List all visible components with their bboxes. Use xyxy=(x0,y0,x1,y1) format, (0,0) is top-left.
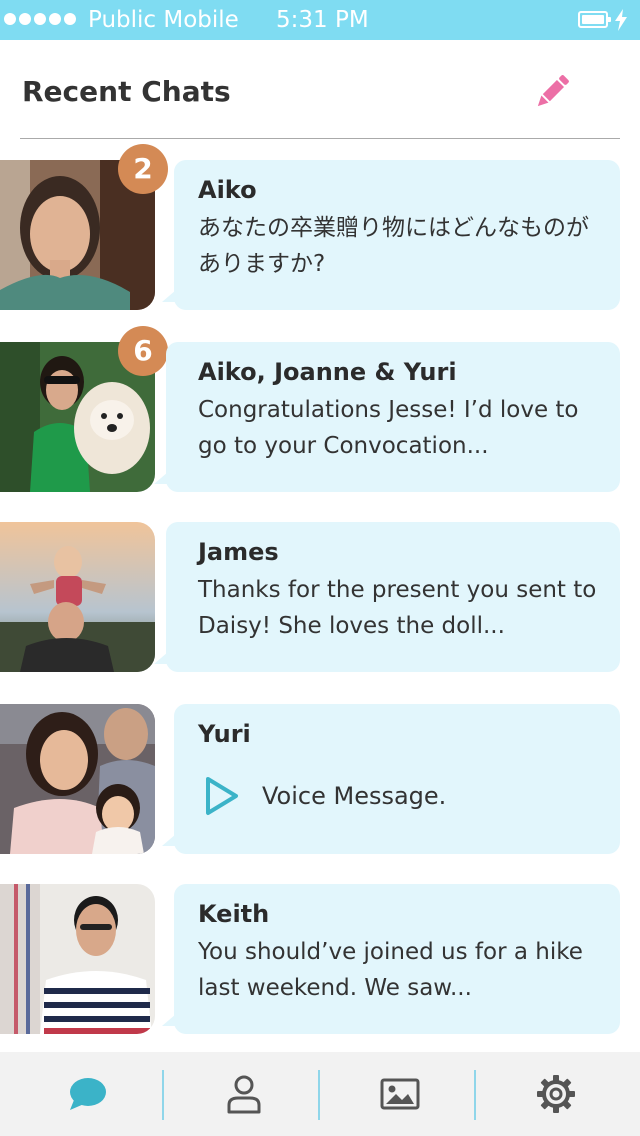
unread-badge: 2 xyxy=(118,144,168,194)
signal-dots-icon xyxy=(4,13,76,25)
chat-row-aiko[interactable]: 2 Aiko あなたの卒業贈り物にはどんなものがありますか? xyxy=(0,144,640,310)
message-preview: あなたの卒業贈り物にはどんなものがありますか? xyxy=(198,215,589,277)
compose-button[interactable] xyxy=(530,70,574,114)
unread-badge: 6 xyxy=(118,326,168,376)
tab-contacts[interactable] xyxy=(164,1052,324,1136)
tab-chats[interactable] xyxy=(8,1052,168,1136)
status-bar: Public Mobile 5:31 PM xyxy=(0,0,640,40)
voice-message[interactable]: Voice Message. xyxy=(204,776,446,816)
contact-name: James xyxy=(198,538,279,566)
person-icon xyxy=(227,1075,261,1114)
battery-icon xyxy=(578,11,611,28)
message-bubble: James Thanks for the present you sent to… xyxy=(154,522,620,672)
chat-row-keith[interactable]: Keith You should’ve joined us for a hike… xyxy=(0,884,640,1034)
chat-bubble-icon xyxy=(70,1078,106,1110)
message-preview: Congratulations Jesse! I’d love to go to… xyxy=(198,397,579,459)
message-bubble: Yuri Voice Message. xyxy=(162,704,620,854)
status-time: 5:31 PM xyxy=(276,7,369,33)
avatar-yuri xyxy=(0,704,155,854)
contact-name: Yuri xyxy=(198,720,251,748)
contact-name: Aiko, Joanne & Yuri xyxy=(198,358,457,386)
gear-icon xyxy=(537,1075,575,1113)
contact-name: Keith xyxy=(198,900,270,928)
chat-row-yuri[interactable]: Yuri Voice Message. xyxy=(0,704,640,854)
play-icon[interactable] xyxy=(204,776,240,816)
message-bubble: Aiko, Joanne & Yuri Congratulations Jess… xyxy=(154,342,620,492)
carrier-name: Public Mobile xyxy=(88,7,239,33)
message-bubble: Aiko あなたの卒業贈り物にはどんなものがありますか? xyxy=(162,160,620,310)
image-icon xyxy=(380,1078,420,1110)
tab-settings[interactable] xyxy=(476,1052,636,1136)
tab-photos[interactable] xyxy=(320,1052,480,1136)
header-divider xyxy=(20,138,620,139)
avatar-james xyxy=(0,522,155,672)
message-bubble: Keith You should’ve joined us for a hike… xyxy=(162,884,620,1034)
chat-row-group[interactable]: 6 Aiko, Joanne & Yuri Congratulations Je… xyxy=(0,326,640,492)
bolt-icon xyxy=(615,9,627,31)
message-preview: You should’ve joined us for a hike last … xyxy=(198,939,583,1001)
voice-message-label: Voice Message. xyxy=(262,782,447,810)
avatar-keith xyxy=(0,884,155,1034)
tab-bar xyxy=(0,1052,640,1136)
contact-name: Aiko xyxy=(198,176,257,204)
chat-row-james[interactable]: James Thanks for the present you sent to… xyxy=(0,522,640,672)
pencil-icon xyxy=(537,75,569,107)
message-preview: Thanks for the present you sent to Daisy… xyxy=(198,577,597,639)
page-title: Recent Chats xyxy=(22,75,231,108)
